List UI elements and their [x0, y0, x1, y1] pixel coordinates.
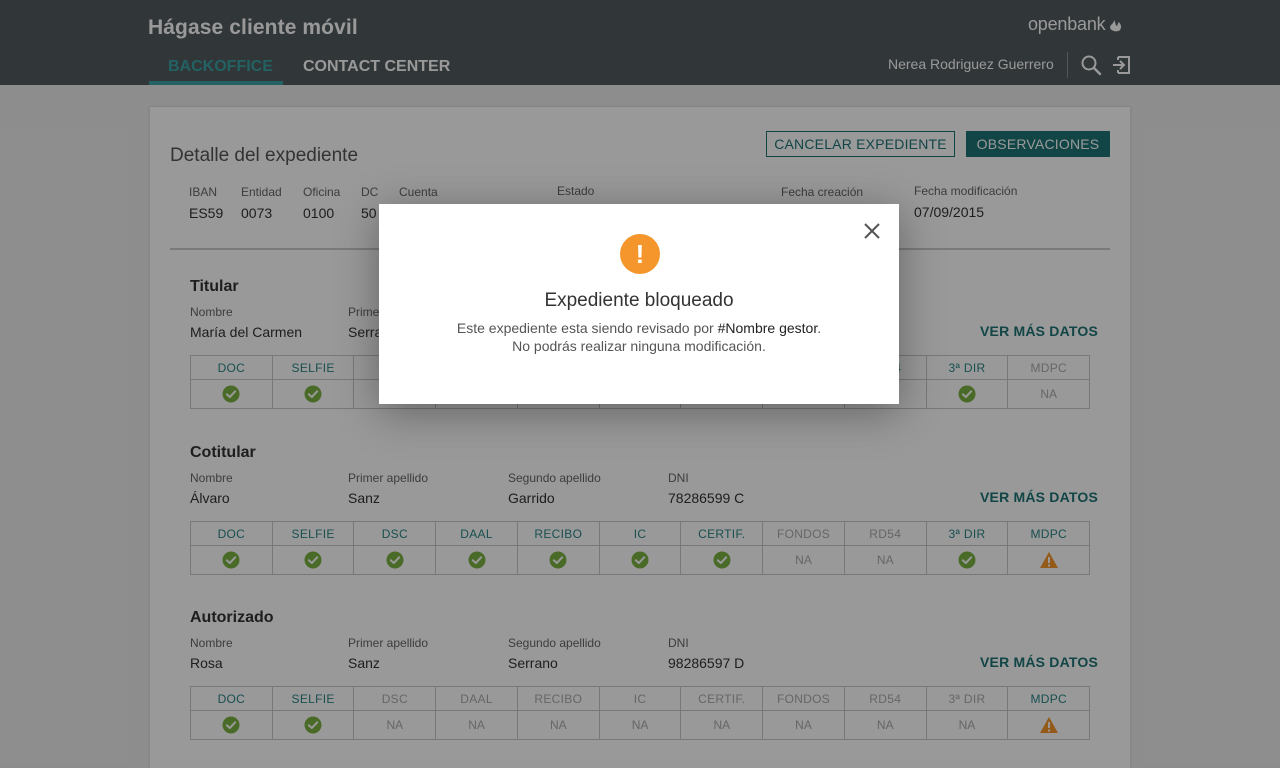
- warning-icon: !: [620, 234, 660, 274]
- modal-message-line2: No podrás realizar ninguna modificación.: [512, 338, 766, 354]
- close-icon[interactable]: [862, 221, 882, 241]
- modal-title: Expediente bloqueado: [544, 290, 734, 311]
- modal-message-suffix: .: [817, 320, 822, 336]
- gestor-name: #Nombre gestor: [717, 320, 818, 336]
- modal-message-prefix: Este expediente esta siendo revisado por: [456, 320, 718, 336]
- blocked-modal: ! Expediente bloqueado Este expediente e…: [379, 204, 899, 404]
- modal-message-line1: Este expediente esta siendo revisado por…: [379, 320, 899, 336]
